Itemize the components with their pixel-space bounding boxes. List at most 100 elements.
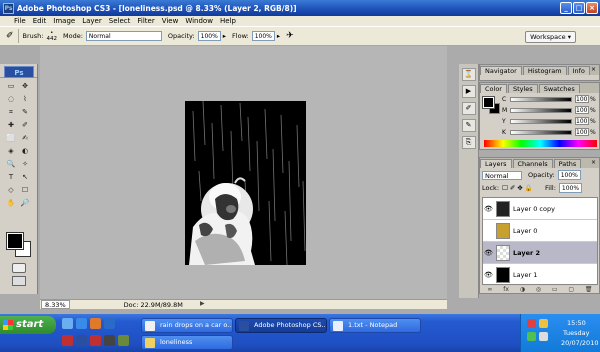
clock-time[interactable]: 15:50 <box>567 319 586 327</box>
layer-row[interactable]: 👁 Layer 0 copy <box>483 198 597 220</box>
zoom-tool-icon[interactable]: 🔎 <box>19 198 31 209</box>
zoom-level[interactable]: 8.33% <box>41 300 70 309</box>
menu-select[interactable]: Select <box>109 17 131 25</box>
path-selection-icon[interactable]: ↖ <box>19 172 31 183</box>
magenta-slider[interactable]: M 100% <box>502 106 596 114</box>
tab-channels[interactable]: Channels <box>512 159 553 168</box>
move-tool-icon[interactable]: ✥ <box>19 81 31 92</box>
history-brush-icon[interactable]: ✍ <box>19 133 31 144</box>
black-slider[interactable]: K 100% <box>502 128 596 136</box>
shape-tool-icon[interactable]: ☐ <box>19 185 31 196</box>
trash-icon[interactable]: 🗑 <box>585 286 593 294</box>
link-layers-icon[interactable]: ∞ <box>487 286 492 294</box>
foreground-color-swatch[interactable] <box>6 232 24 250</box>
taskbar-button-notepad[interactable]: 1.txt - Notepad <box>329 318 421 333</box>
eye-icon[interactable]: 👁 <box>483 249 494 257</box>
color-spectrum-bar[interactable] <box>484 140 597 147</box>
adjustment-layer-icon[interactable]: ◑ <box>520 286 525 294</box>
fill-input[interactable]: 100% <box>558 183 583 193</box>
show-desktop-icon[interactable] <box>62 318 73 329</box>
hand-tool-icon[interactable]: ✋ <box>5 198 17 209</box>
layer-row-selected[interactable]: 👁 Layer 2 <box>483 242 597 264</box>
panel-close-icon[interactable]: × <box>591 66 596 73</box>
tab-paths[interactable]: Paths <box>553 159 582 168</box>
menu-view[interactable]: View <box>162 17 179 25</box>
stamp-tool-icon[interactable]: ⬜ <box>5 133 17 144</box>
clone-source-icon[interactable]: ⎘ <box>461 136 476 149</box>
magic-wand-tool-icon[interactable]: ⌇ <box>19 94 31 105</box>
menu-help[interactable]: Help <box>220 17 236 25</box>
brushes-panel-icon[interactable]: ✎ <box>461 119 476 132</box>
lasso-tool-icon[interactable]: ◌ <box>5 94 17 105</box>
menu-image[interactable]: Image <box>53 17 75 25</box>
dodge-tool-icon[interactable]: ✧ <box>19 159 31 170</box>
panel-close-icon[interactable]: × <box>591 159 596 166</box>
history-panel-icon[interactable]: ⌛ <box>461 68 476 81</box>
workspace-button[interactable]: Workspace ▾ <box>525 31 576 43</box>
type-tool-icon[interactable]: T <box>5 172 17 183</box>
menu-window[interactable]: Window <box>185 17 213 25</box>
crop-tool-icon[interactable]: ⌗ <box>5 107 17 118</box>
start-button[interactable]: start <box>0 316 56 334</box>
menu-edit[interactable]: Edit <box>33 17 47 25</box>
layer-row[interactable]: 👁 Layer 1 <box>483 264 597 286</box>
menu-layer[interactable]: Layer <box>82 17 102 25</box>
taskbar-button-browser[interactable]: rain drops on a car o... <box>141 318 233 333</box>
brush-tool-icon[interactable]: ✐ <box>19 120 31 131</box>
layer-mask-icon[interactable]: ◎ <box>536 286 541 294</box>
brush-preset-picker[interactable]: • 442 <box>47 30 58 42</box>
new-layer-icon[interactable]: ▢ <box>568 286 574 294</box>
actions-panel-icon[interactable]: ▶ <box>461 85 476 98</box>
chevron-right-icon[interactable]: ▸ <box>223 32 226 40</box>
tray-icon[interactable] <box>527 319 536 328</box>
flow-input[interactable]: 100% <box>251 31 275 41</box>
firefox-icon[interactable] <box>90 318 101 329</box>
volume-icon[interactable] <box>539 332 548 341</box>
tab-swatches[interactable]: Swatches <box>538 84 580 93</box>
document-canvas[interactable] <box>185 101 306 265</box>
lock-icons[interactable]: ☐ ✐ ✥ 🔒 <box>502 184 533 192</box>
blend-mode-select[interactable]: Normal <box>482 170 522 180</box>
opacity-input[interactable]: 100% <box>197 31 221 41</box>
menu-filter[interactable]: Filter <box>137 17 154 25</box>
tab-histogram[interactable]: Histogram <box>522 66 567 75</box>
new-group-icon[interactable]: ▭ <box>552 286 558 294</box>
yellow-slider[interactable]: Y 100% <box>502 117 596 125</box>
color-fg-swatch[interactable] <box>482 96 495 109</box>
screen-mode-button[interactable] <box>12 276 26 286</box>
quick-mask-button[interactable] <box>12 263 26 273</box>
menu-file[interactable]: File <box>14 17 26 25</box>
pdf-icon[interactable] <box>90 335 101 346</box>
layer-style-icon[interactable]: fx <box>503 286 509 294</box>
eraser-tool-icon[interactable]: ◈ <box>5 146 17 157</box>
tool-presets-icon[interactable]: ✐ <box>461 102 476 115</box>
airbrush-icon[interactable]: ✈ <box>286 31 294 41</box>
slice-tool-icon[interactable]: ✎ <box>19 107 31 118</box>
tab-navigator[interactable]: Navigator <box>480 66 522 75</box>
media-player-icon[interactable] <box>104 318 115 329</box>
blur-tool-icon[interactable]: 🔍 <box>5 159 17 170</box>
tab-color[interactable]: Color <box>480 84 507 93</box>
app-icon[interactable] <box>118 335 129 346</box>
pen-tool-icon[interactable]: ◇ <box>5 185 17 196</box>
tab-layers[interactable]: Layers <box>480 159 512 168</box>
app-icon[interactable] <box>104 335 115 346</box>
brush-tool-icon[interactable]: ✐ <box>6 31 14 41</box>
taskbar-button-folder[interactable]: loneliness <box>141 335 233 350</box>
tab-styles[interactable]: Styles <box>507 84 538 93</box>
maximize-button[interactable]: □ <box>573 2 585 14</box>
internet-explorer-icon[interactable] <box>76 318 87 329</box>
tab-info[interactable]: Info <box>567 66 590 75</box>
marquee-tool-icon[interactable]: ▭ <box>5 81 17 92</box>
eye-icon[interactable]: 👁 <box>483 205 494 213</box>
acrobat-icon[interactable] <box>62 335 73 346</box>
tray-icon[interactable] <box>539 319 548 328</box>
close-button[interactable]: × <box>586 2 598 14</box>
photoshop-icon[interactable] <box>76 335 87 346</box>
eye-icon[interactable]: 👁 <box>483 271 494 279</box>
minimize-button[interactable]: _ <box>560 2 572 14</box>
layer-row[interactable]: Layer 0 <box>483 220 597 242</box>
chevron-right-icon[interactable]: ▸ <box>277 32 280 40</box>
gradient-tool-icon[interactable]: ◐ <box>19 146 31 157</box>
taskbar-button-photoshop[interactable]: Adobe Photoshop CS... <box>235 318 327 333</box>
